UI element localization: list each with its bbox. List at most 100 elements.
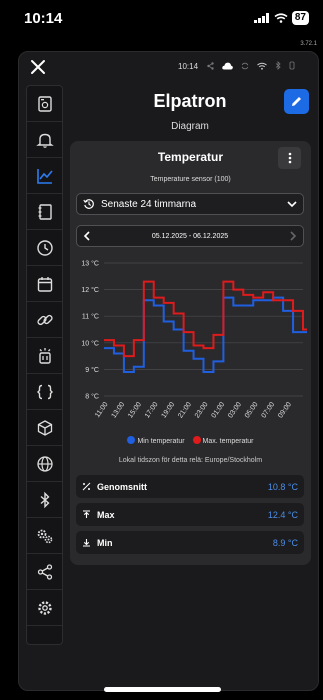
y-tick-label: 8 °C	[85, 393, 99, 401]
nav-relay[interactable]	[27, 338, 62, 374]
nav-calendar[interactable]	[27, 266, 62, 302]
signal-icon	[253, 13, 269, 23]
stat-min-label: Min	[97, 537, 113, 548]
inner-status-bar: 10:14	[19, 52, 318, 80]
x-tick-label: 15:00	[127, 401, 143, 419]
chevron-right-icon[interactable]	[289, 231, 297, 241]
share-icon	[37, 563, 52, 580]
time-range-select[interactable]: Senaste 24 timmarna	[76, 193, 304, 215]
system-time: 10:14	[24, 10, 63, 27]
nav-advanced[interactable]	[27, 518, 62, 554]
nav-device[interactable]	[27, 86, 62, 122]
x-tick-label: 01:00	[211, 401, 227, 419]
close-icon[interactable]	[29, 58, 47, 76]
sensor-label: Temperature sensor (100)	[150, 176, 231, 183]
arrow-up-bar-icon	[83, 510, 90, 518]
stat-average-label: Genomsnitt	[97, 481, 148, 492]
share-small-icon	[207, 61, 214, 70]
x-tick-label: 21:00	[177, 401, 193, 419]
legend-swatch-max	[192, 436, 201, 444]
chevron-down-icon	[287, 200, 297, 207]
nav-modules[interactable]	[27, 410, 62, 446]
more-vertical-icon	[288, 152, 291, 164]
x-tick-label: 13:00	[111, 401, 127, 419]
edit-button[interactable]	[284, 89, 309, 114]
card-title: Temperatur	[157, 150, 224, 164]
chevron-left-icon[interactable]	[83, 231, 91, 241]
y-tick-label: 9 °C	[85, 366, 99, 374]
x-tick-label: 03:00	[227, 401, 243, 419]
date-range-label: 05.12.2025 - 06.12.2025	[151, 232, 229, 240]
calendar-icon	[37, 276, 52, 292]
y-tick-label: 10 °C	[81, 339, 99, 347]
side-navigation	[26, 85, 63, 645]
system-status-bar: 10:14 87	[0, 0, 323, 40]
x-tick-label: 23:00	[194, 401, 210, 419]
temperature-card: Temperatur Temperature sensor (100) Sena…	[70, 141, 311, 565]
globe-icon	[36, 455, 53, 472]
wifi-icon	[274, 13, 288, 23]
stat-max-label: Max	[97, 509, 115, 520]
legend-swatch-min	[127, 436, 136, 444]
nav-settings[interactable]	[27, 590, 62, 626]
app-version: 3.72.1	[300, 41, 317, 47]
code-braces-icon	[36, 384, 53, 399]
nav-network[interactable]	[27, 446, 62, 482]
bell-icon	[35, 133, 54, 148]
nav-notifications[interactable]	[27, 122, 62, 158]
y-tick-label: 12 °C	[81, 286, 99, 294]
legend-label-min: Min temperatur	[137, 438, 185, 445]
sync-icon	[241, 62, 249, 69]
x-tick-label: 19:00	[161, 401, 177, 419]
y-tick-label: 11 °C	[82, 313, 99, 321]
stat-average-value: 10.8 °C	[267, 481, 298, 492]
link-icon	[36, 314, 53, 325]
nav-chart[interactable]	[27, 158, 62, 194]
timezone-note: Lokal tidszon för detta relä: Europe/Sto…	[118, 457, 263, 464]
bluetooth-icon	[40, 491, 50, 508]
card-menu-button[interactable]	[278, 147, 301, 169]
stat-max-value: 12.4 °C	[267, 509, 298, 520]
series-max-line	[104, 280, 307, 358]
system-indicators: 87	[253, 11, 309, 25]
settings-icon	[37, 600, 52, 615]
nav-bluetooth[interactable]	[27, 482, 62, 518]
nav-share[interactable]	[27, 554, 62, 590]
percent-icon	[82, 482, 91, 491]
x-tick-label: 09:00	[277, 401, 293, 419]
nav-scripts[interactable]	[27, 374, 62, 410]
device-icon	[37, 95, 52, 112]
wifi-small-icon	[257, 62, 267, 70]
bluetooth-small-icon	[275, 61, 281, 70]
legend-item-max[interactable]: Max. temperatur	[192, 436, 254, 445]
inner-indicators	[207, 61, 295, 70]
gears-icon	[37, 529, 52, 543]
x-tick-label: 17:00	[144, 401, 160, 419]
chart-icon	[36, 168, 53, 184]
nav-schedule[interactable]	[27, 230, 62, 266]
page-title: Elpatron	[153, 91, 227, 111]
nav-log[interactable]	[27, 194, 62, 230]
arrow-down-bar-icon	[83, 539, 90, 547]
nav-links[interactable]	[27, 302, 62, 338]
temperature-chart: 13 °C 12 °C 11 °C 10 °C 9 °C 8 °C11:00 13:00 15…	[81, 260, 307, 420]
stat-max: Max 12.4 °C	[76, 503, 304, 526]
legend-item-min[interactable]: Min temperatur	[127, 436, 185, 445]
stat-average: Genomsnitt 10.8 °C	[76, 475, 304, 498]
cube-icon	[37, 419, 52, 436]
stat-min-value: 8.9 °C	[272, 537, 298, 548]
x-tick-label: 05:00	[244, 401, 260, 419]
clock-icon	[36, 239, 53, 256]
battery-indicator: 87	[291, 11, 309, 25]
cloud-icon	[222, 62, 233, 69]
history-icon	[83, 199, 94, 209]
page-subtitle: Diagram	[171, 121, 209, 132]
chart-legend: Min temperatur Max. temperatur	[70, 436, 311, 445]
date-navigator: 05.12.2025 - 06.12.2025	[76, 225, 304, 247]
series-min-line	[104, 296, 307, 374]
pencil-icon	[292, 97, 301, 106]
x-tick-label: 11:00	[94, 401, 110, 419]
legend-label-max: Max. temperatur	[202, 438, 254, 445]
time-range-label: Senaste 24 timmarna	[101, 198, 197, 210]
home-indicator	[104, 687, 221, 692]
